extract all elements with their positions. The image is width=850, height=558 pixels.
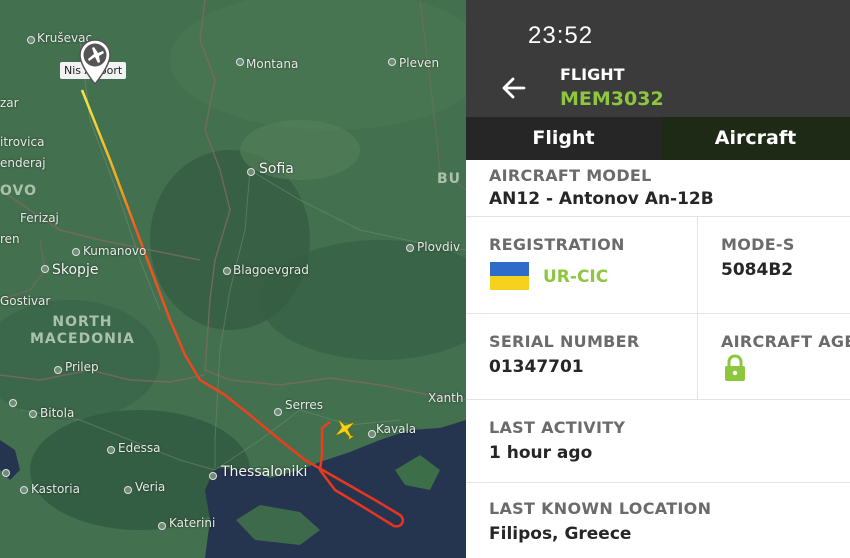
country-label-bulgaria: BU — [437, 171, 462, 187]
city-dot — [27, 36, 35, 44]
mode-s-label: MODE-S — [721, 235, 795, 254]
serial-number-value: 01347701 — [489, 357, 584, 377]
city-dot — [2, 469, 10, 477]
lock-icon[interactable] — [724, 354, 746, 382]
last-activity-value: 1 hour ago — [489, 443, 593, 463]
city-label-mitrovica: itrovica — [0, 135, 45, 149]
city-dot — [54, 366, 62, 374]
tab-flight[interactable]: Flight — [466, 117, 661, 160]
city-label-katerini: Katerini — [169, 516, 216, 530]
registration-value[interactable]: UR-CIC — [543, 267, 608, 287]
city-label-gostivar: Gostivar — [0, 294, 51, 308]
airport-pin-icon[interactable] — [78, 38, 112, 92]
aircraft-age-label: AIRCRAFT AGE — [721, 332, 850, 351]
city-label-thessaloniki: Thessaloniki — [221, 464, 308, 480]
city-label-bitola: Bitola — [40, 406, 75, 420]
city-dot — [107, 446, 115, 454]
aircraft-model-value: AN12 - Antonov An-12B — [489, 189, 714, 209]
flight-details-panel: 23:52 FLIGHT MEM3032 Flight Aircraft AIR… — [466, 0, 850, 558]
panel-header: 23:52 FLIGHT MEM3032 — [466, 0, 850, 117]
tab-aircraft[interactable]: Aircraft — [661, 117, 850, 160]
column-divider — [697, 217, 698, 313]
city-dot — [247, 168, 255, 176]
country-label-north-macedonia: NORTH MACEDONIA — [30, 314, 135, 347]
flight-map[interactable]: OVO BU NORTH MACEDONIA Kruševac Montana … — [0, 0, 466, 558]
last-location-row: LAST KNOWN LOCATION Filipos, Greece — [466, 483, 850, 558]
last-location-value: Filipos, Greece — [489, 524, 632, 544]
aircraft-model-row: AIRCRAFT MODEL AN12 - Antonov An-12B — [466, 160, 850, 217]
flight-label: FLIGHT — [560, 65, 625, 84]
city-dot — [41, 265, 49, 273]
city-label-ferizaj: Ferizaj — [20, 211, 59, 225]
city-label-prilep: Prilep — [65, 360, 99, 374]
arrow-left-icon[interactable] — [500, 74, 530, 102]
city-dot — [223, 267, 231, 275]
city-dot — [29, 410, 37, 418]
mode-s-value: 5084B2 — [721, 260, 794, 280]
city-label-zar: zar — [0, 96, 19, 110]
serial-number-label: SERIAL NUMBER — [489, 332, 640, 351]
status-time: 23:52 — [528, 22, 594, 49]
registration-label: REGISTRATION — [489, 235, 625, 254]
city-label-serres: Serres — [285, 398, 324, 412]
city-dot — [236, 58, 244, 66]
city-label-xanth: Xanth — [428, 391, 464, 405]
city-label-kastoria: Kastoria — [31, 482, 80, 496]
city-label-kumanovo: Kumanovo — [83, 244, 147, 258]
city-label-enderaj: enderaj — [0, 156, 46, 170]
airplane-icon[interactable] — [332, 416, 358, 446]
last-activity-row: LAST ACTIVITY 1 hour ago — [466, 400, 850, 483]
city-dot — [9, 399, 17, 407]
serial-row: SERIAL NUMBER 01347701 AIRCRAFT AGE — [466, 314, 850, 400]
city-label-veria: Veria — [135, 480, 166, 494]
city-dot — [388, 58, 396, 66]
country-label-kosovo: OVO — [0, 183, 38, 199]
city-dot — [20, 486, 28, 494]
city-label-blagoevgrad: Blagoevgrad — [233, 263, 309, 277]
city-dot — [158, 522, 166, 530]
city-label-skopje: Skopje — [52, 262, 99, 278]
city-label-sofia: Sofia — [259, 161, 294, 177]
city-dot — [274, 408, 282, 416]
city-dot — [406, 244, 414, 252]
last-activity-label: LAST ACTIVITY — [489, 418, 626, 437]
city-label-ren: ren — [0, 232, 20, 246]
registration-row: REGISTRATION UR-CIC MODE-S 5084B2 — [466, 217, 850, 314]
city-label-kavala: Kavala — [376, 422, 417, 436]
city-dot — [209, 472, 217, 480]
city-dot — [368, 430, 376, 438]
city-label-plovdiv: Plovdiv — [417, 240, 461, 254]
city-dot — [72, 248, 80, 256]
ukraine-flag-icon — [490, 262, 529, 290]
aircraft-model-label: AIRCRAFT MODEL — [489, 166, 652, 185]
last-location-label: LAST KNOWN LOCATION — [489, 499, 712, 518]
column-divider — [697, 314, 698, 399]
flight-number: MEM3032 — [560, 88, 664, 110]
city-label-montana: Montana — [246, 57, 299, 71]
city-dot — [124, 486, 132, 494]
tab-bar: Flight Aircraft — [466, 117, 850, 160]
city-label-pleven: Pleven — [399, 56, 440, 70]
city-label-edessa: Edessa — [118, 441, 161, 455]
